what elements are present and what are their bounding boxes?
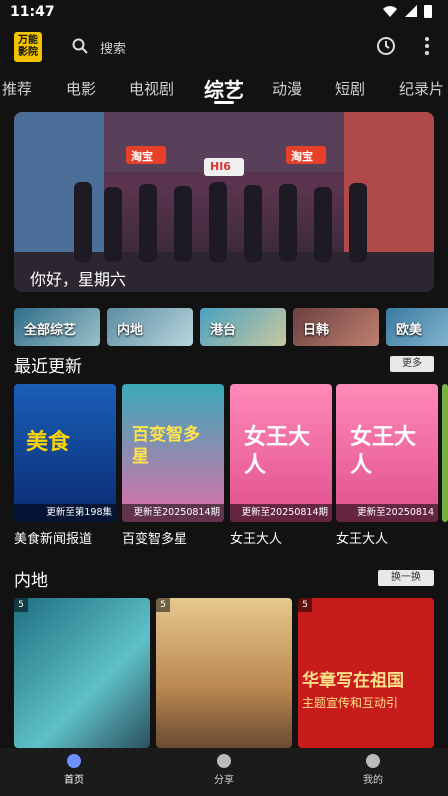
poster-art-text: 百变智多星 [132, 425, 200, 467]
more-vertical-icon[interactable] [424, 36, 430, 56]
poster-title: 百变智多星 [122, 532, 188, 547]
status-bar: 11:47 [0, 0, 448, 24]
category-tabs: 推荐 电影 电视剧 综艺 动漫 短剧 纪录片 [0, 74, 448, 104]
list-item[interactable]: 女王大人 更新至20250814期 女王大人 [230, 384, 332, 547]
score-badge: 5 [156, 598, 170, 612]
recent-list: 美食 更新至第198集 美食新闻报道 百变智多星 更新至20250814期 百变… [14, 384, 448, 554]
grid-item[interactable]: 5 [14, 598, 150, 748]
chip-label: 全部综艺 [24, 323, 77, 338]
chip-west[interactable]: 欧美 [386, 308, 448, 346]
nav-home[interactable]: 首页 [44, 754, 104, 786]
poster-art-text: 女王大人 [244, 425, 311, 478]
poster-title: 美食新闻报道 [14, 532, 93, 547]
chip-label: 内地 [117, 323, 144, 338]
tab-anime[interactable]: 动漫 [272, 78, 302, 99]
poster-image [442, 384, 448, 522]
history-icon[interactable] [376, 36, 396, 56]
banner-caption: 你好，星期六 [30, 270, 127, 289]
poster-art-text: 美食 [26, 430, 71, 455]
search-input[interactable]: 搜索 [100, 38, 126, 57]
more-button[interactable]: 更多 [390, 356, 434, 372]
search-icon[interactable] [72, 38, 88, 54]
update-badge: 更新至第198集 [14, 504, 116, 522]
wifi-icon [383, 6, 397, 17]
tab-indicator [214, 101, 234, 104]
chip-hktw[interactable]: 港台 [200, 308, 286, 346]
update-badge: 更新至20250814期 [230, 504, 332, 522]
nav-label: 分享 [214, 775, 234, 786]
tab-recommend[interactable]: 推荐 [2, 78, 32, 99]
list-item-partial[interactable] [442, 384, 448, 522]
chip-label: 日韩 [303, 323, 330, 338]
category-chips: 全部综艺 内地 港台 日韩 欧美 [14, 308, 448, 348]
list-item[interactable]: 美食 更新至第198集 美食新闻报道 [14, 384, 116, 547]
poster-image: 美食 更新至第198集 [14, 384, 116, 522]
home-icon [67, 754, 81, 768]
nav-label: 我的 [363, 775, 383, 786]
chip-mainland[interactable]: 内地 [107, 308, 193, 346]
poster-image: 女王大人 更新至20250814期 [230, 384, 332, 522]
refresh-button[interactable]: 换一换 [378, 570, 434, 586]
mainland-grid: 5 5 5 华章写在祖国 主题宣传和互动引 [14, 598, 448, 748]
poster-title: 女王大人 [230, 532, 283, 547]
profile-icon [366, 754, 380, 768]
grid-item[interactable]: 5 [156, 598, 292, 748]
status-icons [382, 4, 432, 18]
chip-label: 港台 [210, 323, 237, 338]
top-bar: 万能影院 搜索 [0, 28, 448, 68]
update-badge: 更新至20250814期 [122, 504, 224, 522]
tab-short[interactable]: 短剧 [335, 78, 365, 99]
nav-share[interactable]: 分享 [194, 754, 254, 786]
app-logo[interactable]: 万能影院 [14, 32, 42, 62]
recent-title: 最近更新 [14, 357, 82, 377]
nav-profile[interactable]: 我的 [343, 754, 403, 786]
chip-all-variety[interactable]: 全部综艺 [14, 308, 100, 346]
share-icon [217, 754, 231, 768]
battery-icon [424, 5, 432, 18]
grid-art-subtitle: 主题宣传和互动引 [302, 696, 399, 710]
hero-banner[interactable]: 淘宝 HI6 淘宝 [14, 112, 434, 292]
tab-variety[interactable]: 综艺 [204, 74, 244, 103]
banner-logo-center: HI6 [210, 160, 231, 173]
bottom-nav: 首页 分享 我的 [0, 748, 448, 796]
score-badge: 5 [14, 598, 28, 612]
status-time: 11:47 [10, 4, 55, 20]
chip-jpkr[interactable]: 日韩 [293, 308, 379, 346]
banner-image [14, 112, 434, 292]
chip-label: 欧美 [396, 323, 423, 338]
banner-logo-right: 淘宝 [291, 150, 313, 163]
grid-item[interactable]: 5 华章写在祖国 主题宣传和互动引 [298, 598, 434, 748]
tab-tv[interactable]: 电视剧 [129, 78, 174, 99]
list-item[interactable]: 女王大人 更新至20250814 女王大人 [336, 384, 438, 547]
grid-art-title: 华章写在祖国 [302, 671, 404, 691]
mainland-title: 内地 [14, 571, 48, 591]
banner-logo-left: 淘宝 [131, 150, 153, 163]
poster-image: 百变智多星 更新至20250814期 [122, 384, 224, 522]
list-item[interactable]: 百变智多星 更新至20250814期 百变智多星 [122, 384, 224, 547]
signal-icon [405, 5, 417, 17]
app-logo-text: 万能影院 [18, 35, 38, 58]
score-badge: 5 [298, 598, 312, 612]
poster-art-text: 女王大人 [350, 425, 417, 478]
tab-movie[interactable]: 电影 [66, 78, 96, 99]
update-badge: 更新至20250814 [336, 504, 438, 522]
poster-image: 女王大人 更新至20250814 [336, 384, 438, 522]
tab-documentary[interactable]: 纪录片 [399, 78, 444, 99]
poster-title: 女王大人 [336, 532, 389, 547]
nav-label: 首页 [64, 775, 84, 786]
